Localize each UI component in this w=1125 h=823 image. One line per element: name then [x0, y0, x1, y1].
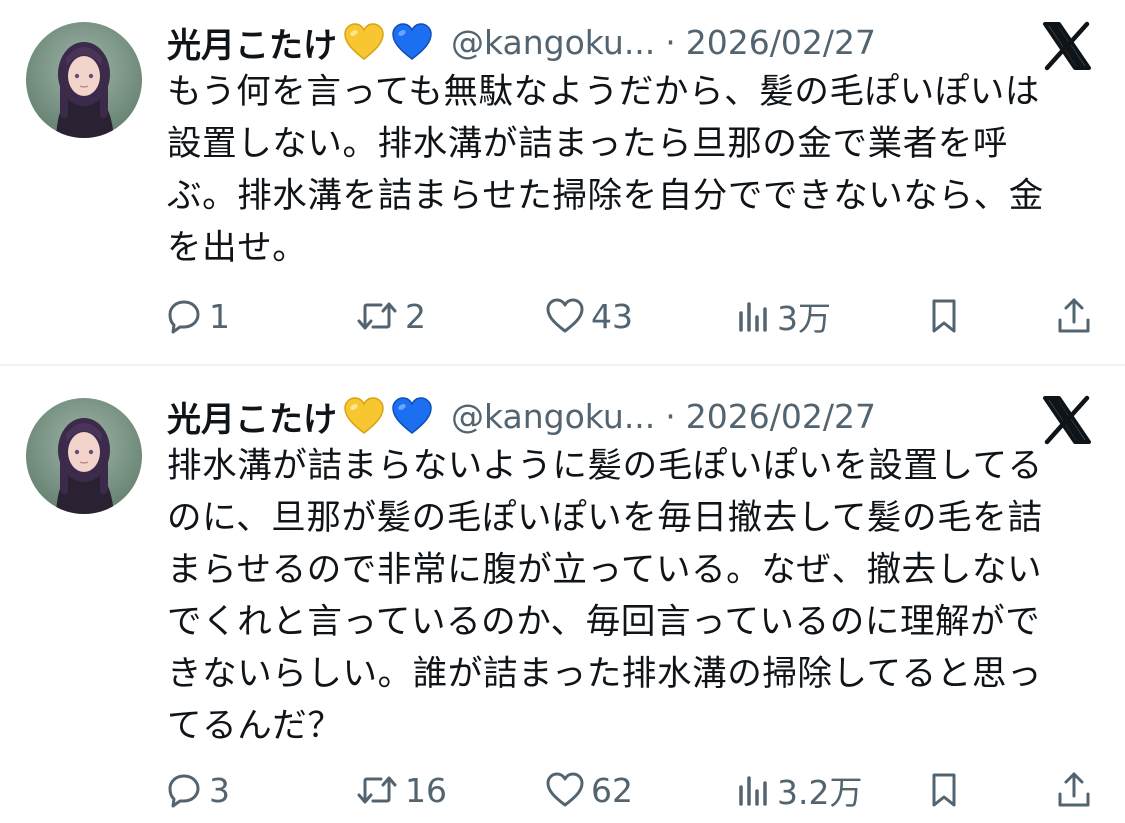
yellow-heart-icon [343, 396, 385, 436]
like-button[interactable]: 43 [545, 294, 633, 338]
reply-icon [165, 297, 203, 335]
views-button[interactable]: 3.2万 [735, 768, 862, 812]
display-name[interactable]: 光月こたけ [167, 392, 337, 441]
yellow-heart-icon [343, 22, 385, 62]
retweet-icon [355, 297, 399, 335]
bookmark-button[interactable] [927, 768, 961, 812]
views-icon [735, 297, 771, 335]
bookmark-icon [927, 297, 961, 335]
display-name[interactable]: 光月こたけ [167, 18, 337, 67]
share-button[interactable] [1055, 768, 1093, 812]
avatar[interactable] [26, 22, 142, 138]
reply-count: 3 [209, 770, 230, 810]
share-button[interactable] [1055, 294, 1093, 338]
views-icon [735, 771, 771, 809]
tweet-card[interactable]: 光月こたけ @kangoku... · 2026/02/27 もう何を言っても無… [0, 0, 1125, 364]
blue-heart-icon [391, 22, 433, 62]
views-button[interactable]: 3万 [735, 294, 831, 338]
x-logo-icon[interactable] [1041, 394, 1093, 446]
like-count: 43 [591, 296, 633, 336]
retweet-count: 16 [405, 770, 447, 810]
like-count: 62 [591, 770, 633, 810]
tweet-header: 光月こたけ @kangoku... · 2026/02/27 [167, 390, 876, 442]
share-icon [1055, 770, 1093, 810]
tweet-card[interactable]: 光月こたけ @kangoku... · 2026/02/27 排水溝が詰まらない… [0, 366, 1125, 823]
reply-button[interactable]: 3 [165, 768, 230, 812]
tweet-actions: 1 2 43 3万 [165, 294, 1095, 338]
reply-count: 1 [209, 296, 230, 336]
reply-icon [165, 771, 203, 809]
tweet-text: もう何を言っても無駄なようだから、髪の毛ぽいぽいは 設置しない。排水溝が詰まった… [167, 72, 1044, 268]
view-count: 3.2万 [777, 773, 863, 812]
blue-heart-icon [391, 396, 433, 436]
user-handle[interactable]: @kangoku... [451, 397, 655, 436]
like-button[interactable]: 62 [545, 768, 633, 812]
separator-dot: · [665, 396, 676, 436]
retweet-button[interactable]: 2 [355, 294, 426, 338]
tweet-text: 排水溝が詰まらないように髪の毛ぽいぽいを設置してる のに、旦那が髪の毛ぽいぽいを… [167, 446, 1043, 746]
retweet-button[interactable]: 16 [355, 768, 447, 812]
tweet-actions: 3 16 62 3.2万 [165, 768, 1095, 812]
share-icon [1055, 296, 1093, 336]
user-handle[interactable]: @kangoku... [451, 23, 655, 62]
retweet-count: 2 [405, 296, 426, 336]
like-icon [545, 297, 585, 335]
bookmark-button[interactable] [927, 294, 961, 338]
tweet-date[interactable]: 2026/02/27 [686, 23, 876, 62]
separator-dot: · [665, 22, 676, 62]
tweet-date[interactable]: 2026/02/27 [686, 397, 876, 436]
tweet-header: 光月こたけ @kangoku... · 2026/02/27 [167, 16, 876, 68]
reply-button[interactable]: 1 [165, 294, 230, 338]
x-logo-icon[interactable] [1041, 20, 1093, 72]
retweet-icon [355, 771, 399, 809]
like-icon [545, 771, 585, 809]
view-count: 3万 [777, 299, 831, 338]
avatar[interactable] [26, 398, 142, 514]
bookmark-icon [927, 771, 961, 809]
